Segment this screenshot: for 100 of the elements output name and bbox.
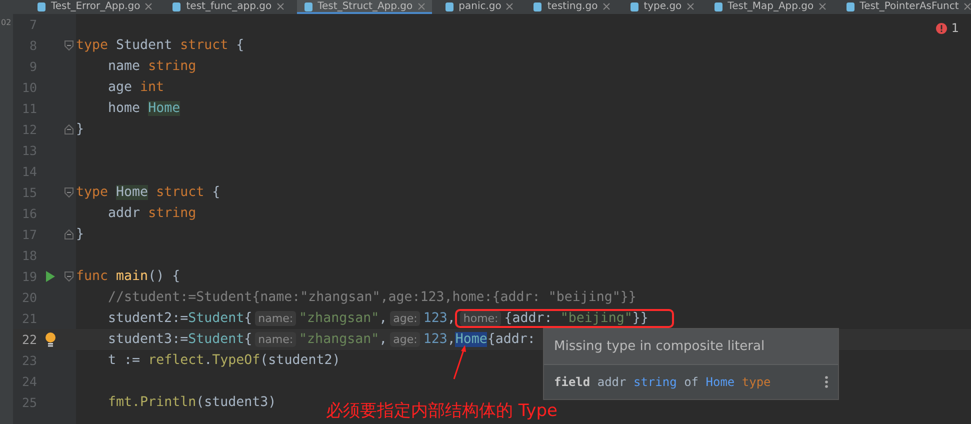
- run-icon[interactable]: [46, 271, 55, 282]
- close-icon[interactable]: [818, 3, 826, 10]
- code-token: "zhangsan": [299, 311, 380, 326]
- code-token: ,: [447, 311, 456, 326]
- code-token: int: [140, 80, 164, 95]
- code-token: struct: [180, 38, 230, 53]
- code-token: {: [244, 332, 252, 347]
- code-token: }: [76, 227, 84, 242]
- parameter-hint: name:: [255, 332, 296, 347]
- code-token: (student2): [260, 353, 340, 368]
- code-token: (student3): [196, 395, 276, 410]
- tab-label: Test_Map_App.go: [728, 0, 814, 12]
- close-icon[interactable]: [276, 3, 284, 10]
- code-token: string: [148, 59, 196, 74]
- file-tab[interactable]: Test_PointerAsFunct: [838, 0, 971, 14]
- code-token: }: [76, 122, 84, 137]
- file-tab[interactable]: Test_Struct_App.go: [296, 0, 432, 14]
- code-token: ,: [379, 311, 388, 326]
- file-tab[interactable]: test_func_app.go: [165, 0, 291, 14]
- code-token: Student: [188, 311, 244, 326]
- code-token: Student: [188, 332, 244, 347]
- file-icon: [37, 2, 46, 12]
- error-count: 1: [951, 21, 959, 35]
- tab-label: Test_PointerAsFunct: [860, 0, 959, 12]
- code-token: func: [76, 269, 110, 284]
- code-token: {: [244, 311, 252, 326]
- code-token: type: [76, 185, 110, 200]
- close-icon[interactable]: [686, 3, 694, 10]
- code-token: "beijing": [560, 311, 632, 326]
- file-tab[interactable]: testing.go: [526, 0, 617, 14]
- file-icon: [533, 2, 542, 12]
- file-icon: [630, 2, 639, 12]
- error-icon[interactable]: [936, 22, 948, 34]
- line-number: 22: [20, 332, 37, 347]
- code-token: type: [76, 38, 110, 53]
- fold-icon[interactable]: [64, 124, 74, 135]
- lightbulb-icon[interactable]: [45, 332, 56, 347]
- tab-label: type.go: [644, 0, 682, 12]
- fold-icon[interactable]: [64, 187, 74, 198]
- close-icon[interactable]: [602, 3, 610, 10]
- file-tab[interactable]: Test_Map_App.go: [706, 0, 833, 14]
- file-tab[interactable]: panic.go: [438, 0, 520, 14]
- code-token: TypeOf: [212, 353, 260, 368]
- code-token: {: [212, 185, 220, 200]
- code-token: {addr:: [487, 332, 536, 347]
- code-token: age: [107, 80, 134, 95]
- tab-label: test_func_app.go: [186, 0, 272, 12]
- close-icon[interactable]: [145, 3, 152, 10]
- tab-label: panic.go: [458, 0, 502, 12]
- fold-icon[interactable]: [64, 229, 74, 240]
- fold-icon[interactable]: [64, 271, 74, 282]
- code-token: Home: [116, 185, 148, 200]
- annotation-text: 必须要指定内部结构体的 Type: [326, 400, 558, 422]
- file-icon: [444, 2, 454, 12]
- code-token: "zhangsan": [299, 332, 380, 347]
- code-token: .: [204, 353, 212, 368]
- code-token: fmt.: [107, 395, 140, 410]
- tab-label: Test_Error_App.go: [51, 0, 140, 12]
- code-token: string: [148, 206, 196, 221]
- parameter-hint: name:: [255, 311, 296, 326]
- code-token: () {: [148, 269, 180, 284]
- code-token: student2:=: [107, 311, 188, 326]
- tab-label: testing.go: [547, 0, 598, 12]
- file-icon: [714, 2, 723, 12]
- code-token: //student:=Student{name:"zhangsan",age:123,home:{addr: "beijing"}}: [107, 290, 636, 305]
- more-icon[interactable]: [825, 376, 828, 388]
- file-tab[interactable]: type.go: [622, 0, 701, 14]
- parameter-hint: age:: [390, 311, 420, 326]
- code-token: struct: [155, 185, 206, 200]
- code-token: 123: [423, 332, 448, 347]
- code-token: {addr:: [504, 311, 554, 326]
- fold-icon[interactable]: [64, 40, 74, 51]
- code-token: Home: [148, 101, 180, 116]
- code-token: Home: [455, 332, 488, 347]
- file-icon: [172, 2, 182, 12]
- code-token: addr: [107, 206, 142, 221]
- code-token: t :=: [107, 353, 142, 368]
- parameter-hint: home:: [460, 311, 502, 326]
- code-token: Student: [116, 38, 174, 53]
- code-token: {: [236, 38, 244, 53]
- code-token: reflect: [148, 353, 204, 368]
- code-token: ,: [379, 332, 388, 347]
- file-tab[interactable]: Test_Error_App.go: [30, 0, 160, 14]
- code-token: main: [116, 269, 148, 284]
- file-icon: [304, 2, 313, 12]
- code-token: }}: [632, 311, 648, 326]
- code-token: student3:=: [107, 332, 188, 347]
- close-icon[interactable]: [418, 3, 425, 10]
- tab-label: Test_Struct_App.go: [318, 0, 413, 12]
- file-icon: [846, 2, 855, 12]
- close-icon[interactable]: [506, 3, 514, 10]
- code-token: name: [107, 59, 142, 74]
- parameter-hint: age:: [390, 332, 420, 347]
- tooltip-title: Missing type in composite literal: [544, 329, 838, 365]
- tooltip-description: field addr string of Home type: [554, 375, 771, 389]
- side-panel-text: 02: [1, 18, 12, 27]
- close-icon[interactable]: [964, 3, 971, 10]
- annotation-arrow: [452, 344, 468, 380]
- code-token: home: [107, 101, 142, 116]
- code-token: 123: [423, 311, 448, 326]
